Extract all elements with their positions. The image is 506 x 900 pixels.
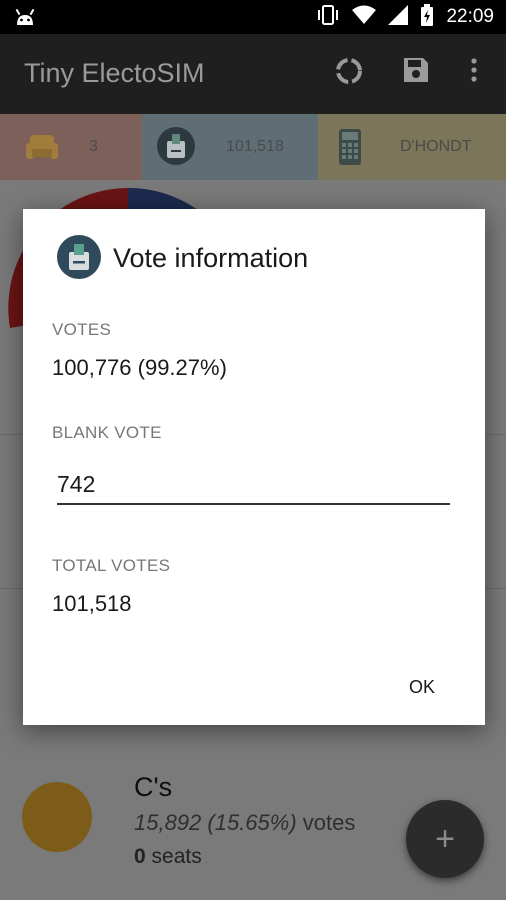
blank-vote-label: BLANK VOTE — [52, 423, 162, 442]
votes-value: 100,776 (99.27%) — [52, 355, 227, 380]
summary-row: 3 101,518 D'HONDT — [0, 114, 506, 180]
overflow-menu-icon[interactable] — [470, 56, 478, 89]
ballot-box-icon — [156, 126, 196, 171]
votes-label: VOTES — [52, 320, 112, 339]
status-bar: 22:09 — [0, 0, 506, 34]
save-icon[interactable] — [402, 56, 430, 89]
android-debug-icon — [14, 7, 36, 32]
ok-button[interactable]: OK — [399, 673, 445, 702]
wifi-icon — [352, 5, 377, 30]
votes-cell[interactable]: 101,518 — [142, 114, 318, 180]
party-name: C's — [134, 772, 173, 802]
clock: 22:09 — [446, 6, 494, 27]
party-votes: 15,892 (15.65%) votes — [134, 810, 355, 836]
dialog-title: Vote information — [113, 243, 309, 273]
calculator-icon — [338, 128, 362, 171]
vibrate-icon — [316, 4, 340, 30]
votes-count: 101,518 — [226, 138, 284, 155]
seats-count: 3 — [89, 138, 98, 155]
battery-charging-icon — [420, 3, 434, 31]
party-seats-suffix: seats — [145, 845, 202, 868]
party-votes-suffix: votes — [296, 810, 356, 835]
blank-vote-input[interactable] — [57, 465, 450, 505]
method-name: D'HONDT — [400, 138, 472, 155]
total-votes-label: TOTAL VOTES — [52, 556, 171, 575]
party-color-dot — [22, 782, 92, 852]
app-bar: Tiny ElectoSIM — [0, 34, 506, 114]
plus-icon: + — [435, 819, 455, 858]
app-title: Tiny ElectoSIM — [24, 58, 205, 88]
cell-signal-icon — [388, 4, 409, 30]
party-votes-number: 15,892 (15.65%) — [134, 810, 297, 835]
ballot-box-icon — [56, 234, 102, 285]
seats-cell[interactable]: 3 — [0, 114, 142, 180]
method-cell[interactable]: D'HONDT — [318, 114, 506, 180]
total-votes-value: 101,518 — [52, 591, 132, 616]
party-seats: 0 seats — [134, 845, 202, 869]
armchair-icon — [24, 129, 60, 170]
refresh-icon[interactable] — [334, 56, 364, 91]
party-seats-number: 0 — [134, 845, 146, 868]
vote-information-dialog: Vote information VOTES 100,776 (99.27%) … — [23, 209, 485, 725]
add-party-button[interactable]: + — [406, 800, 484, 878]
